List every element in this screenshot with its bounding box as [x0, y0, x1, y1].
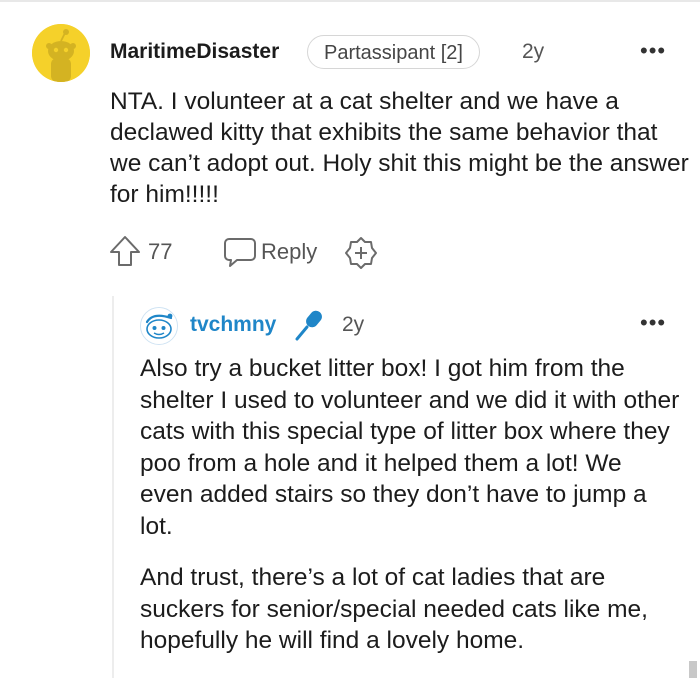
upvote-arrow-icon[interactable]: [108, 234, 142, 268]
comment-age: 2y: [342, 313, 365, 336]
comment-body: Also try a bucket litter box! I got him …: [140, 353, 680, 657]
thread-line[interactable]: [112, 296, 114, 678]
snoo-avatar-icon: [32, 24, 90, 82]
comment-paragraph: And trust, there’s a lot of cat ladies t…: [140, 564, 648, 654]
username[interactable]: MaritimeDisaster: [110, 40, 279, 64]
more-options-button[interactable]: •••: [640, 38, 666, 64]
more-options-button[interactable]: •••: [640, 310, 666, 336]
avatar[interactable]: [32, 24, 90, 82]
scrollbar[interactable]: [689, 661, 697, 678]
reply-button[interactable]: Reply: [261, 239, 317, 265]
add-award-icon[interactable]: [344, 236, 378, 270]
username[interactable]: tvchmny: [190, 313, 276, 337]
vote-count: 77: [148, 239, 173, 264]
comment-age: 2y: [522, 40, 545, 63]
speech-bubble-icon[interactable]: [223, 236, 257, 268]
user-flair: Partassipant [2]: [307, 35, 480, 69]
snoo-avatar-icon: [141, 308, 177, 344]
comment-paragraph: Also try a bucket litter box! I got him …: [140, 355, 680, 540]
comment-actions: 77 Reply: [108, 234, 428, 270]
microphone-icon: [295, 310, 322, 341]
comment-body: NTA. I volunteer at a cat shelter and we…: [110, 88, 689, 208]
avatar[interactable]: [140, 307, 178, 345]
top-divider: [0, 0, 700, 2]
